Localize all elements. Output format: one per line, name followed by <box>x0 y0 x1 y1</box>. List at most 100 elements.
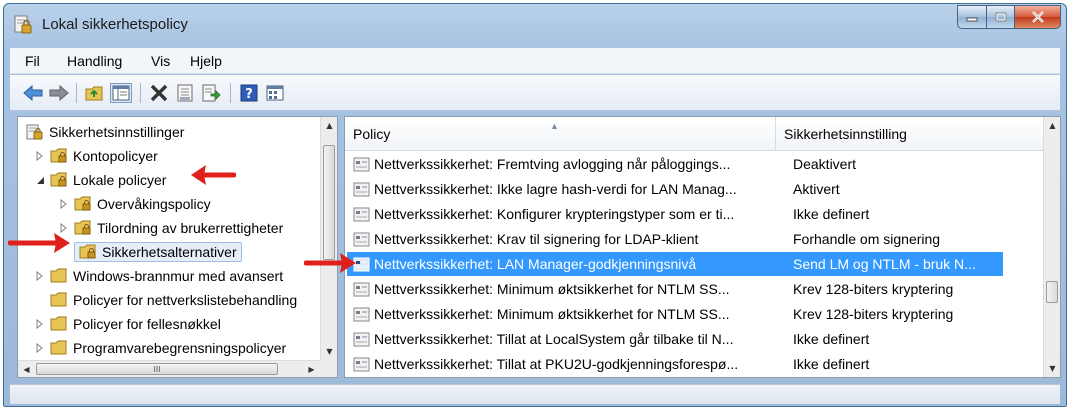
column-label: Policy <box>353 126 391 142</box>
close-icon <box>1031 11 1044 23</box>
policy-name: Nettverkssikkerhet: Tillat at PKU2U-godk… <box>374 356 739 372</box>
folder-icon <box>50 292 67 307</box>
forward-button[interactable] <box>48 83 70 103</box>
expand-icon[interactable] <box>34 150 46 162</box>
delete-button[interactable] <box>148 83 170 103</box>
tree-item-tilordning[interactable]: Tilordning av brukerrettigheter <box>58 217 283 239</box>
list-vertical-scrollbar[interactable]: ▲ ▼ <box>1043 117 1060 377</box>
title-bar[interactable]: Lokal sikkerhetspolicy <box>4 4 1066 44</box>
policy-setting: Krev 128-biters kryptering <box>793 306 954 322</box>
tree-item-label: Windows-brannmur med avansert <box>73 268 284 284</box>
forward-arrow-icon <box>49 85 69 101</box>
tree-vscroll-thumb[interactable] <box>323 145 335 260</box>
expand-icon[interactable] <box>34 270 46 282</box>
help-button[interactable]: ? <box>238 83 260 103</box>
close-button[interactable] <box>1015 5 1061 29</box>
tree-root[interactable]: Sikkerhetsinnstillinger <box>26 121 184 143</box>
up-folder-icon <box>85 86 103 101</box>
tree-item-kontopolicyer[interactable]: Kontopolicyer <box>34 145 158 167</box>
tree-item-programvarebegrensning[interactable]: Programvarebegrensningspolicyer <box>34 337 286 359</box>
back-button[interactable] <box>22 83 44 103</box>
tree-item-lokale-policyer[interactable]: Lokale policyer <box>34 169 166 191</box>
column-header-policy[interactable]: Policy ▲ <box>345 117 775 151</box>
table-row[interactable]: Nettverkssikkerhet: Tillat at LocalSyste… <box>347 327 1003 351</box>
policy-setting: Ikke definert <box>793 206 870 222</box>
maximize-icon <box>995 12 1006 22</box>
column-label: Sikkerhetsinnstilling <box>784 126 907 142</box>
export-list-icon <box>202 84 221 102</box>
menu-vis[interactable]: Vis <box>151 53 170 69</box>
tree-horizontal-scrollbar[interactable]: ◀ III ▶ <box>18 360 320 377</box>
tree-item-label: Policyer for fellesnøkkel <box>73 316 221 332</box>
column-header-setting[interactable]: Sikkerhetsinnstilling <box>776 117 1044 151</box>
folder-lock-icon <box>79 244 96 259</box>
scroll-down-icon[interactable]: ▼ <box>1044 360 1060 377</box>
annotation-arrow-icon <box>8 233 70 253</box>
expand-icon[interactable] <box>58 198 70 210</box>
policy-name: Nettverkssikkerhet: Fremtving avlogging … <box>374 156 731 172</box>
scroll-down-icon[interactable]: ▼ <box>321 343 337 360</box>
tree-item-windows-brannmur[interactable]: Windows-brannmur med avansert <box>34 265 283 287</box>
show-hide-tree-button[interactable] <box>110 83 132 103</box>
show-hide-tree-icon <box>112 85 130 101</box>
window-title: Lokal sikkerhetspolicy <box>42 16 188 33</box>
view-button[interactable] <box>264 83 286 103</box>
folder-lock-icon <box>50 172 67 187</box>
table-row[interactable]: Nettverkssikkerhet: Ikke lagre hash-verd… <box>347 177 1003 201</box>
table-row-selected[interactable]: Nettverkssikkerhet: LAN Manager-godkjenn… <box>347 252 1003 276</box>
table-row[interactable]: Nettverkssikkerhet: Tillat at PKU2U-godk… <box>347 352 1003 376</box>
help-icon: ? <box>240 84 258 102</box>
tree-item-label: Tilordning av brukerrettigheter <box>97 220 284 236</box>
menu-handling[interactable]: Handling <box>67 53 122 69</box>
table-row[interactable]: Nettverkssikkerhet: Minimum øktsikkerhet… <box>347 277 1003 301</box>
scroll-up-icon[interactable]: ▲ <box>321 117 337 134</box>
policy-item-icon <box>353 357 370 371</box>
table-row[interactable]: Nettverkssikkerhet: Krav til signering f… <box>347 227 1003 251</box>
expand-icon[interactable] <box>34 318 46 330</box>
tree-item-fellesnokkel[interactable]: Policyer for fellesnøkkel <box>34 313 221 335</box>
collapse-icon[interactable] <box>34 174 46 186</box>
maximize-button[interactable] <box>987 5 1015 29</box>
scroll-right-icon[interactable]: ▶ <box>303 361 320 377</box>
tree-vertical-scrollbar[interactable]: ▲ ▼ <box>320 117 337 360</box>
tree-item-nettverkslistebehandling[interactable]: Policyer for nettverkslistebehandling <box>50 289 297 311</box>
up-one-level-button[interactable] <box>84 83 106 103</box>
scroll-grip: III <box>153 364 161 374</box>
expand-icon[interactable] <box>34 342 46 354</box>
policy-setting: Ikke definert <box>793 356 870 372</box>
policy-item-icon <box>353 207 370 221</box>
tree-item-label: Sikkerhetsalternativer <box>102 244 237 260</box>
table-row[interactable]: Nettverkssikkerhet: Minimum øktsikkerhet… <box>347 302 1003 326</box>
tree-hscroll-thumb[interactable]: III <box>36 363 278 375</box>
menu-bar: Fil Handling Vis Hjelp <box>10 48 1060 74</box>
minimize-button[interactable] <box>957 5 987 29</box>
scroll-left-icon[interactable]: ◀ <box>18 361 35 377</box>
policy-list[interactable]: Policy ▲ Sikkerhetsinnstilling Nettverks… <box>344 116 1061 378</box>
policy-name: Nettverkssikkerhet: Ikke lagre hash-verd… <box>374 181 737 197</box>
list-vscroll-thumb[interactable] <box>1046 281 1058 303</box>
minimize-icon <box>966 17 978 22</box>
tree-item-label: Programvarebegrensningspolicyer <box>73 340 287 356</box>
status-bar <box>10 384 1060 404</box>
policy-name: Nettverkssikkerhet: Krav til signering f… <box>374 231 699 247</box>
tree-item-overvakingspolicy[interactable]: Overvåkingspolicy <box>58 193 211 215</box>
properties-icon <box>177 84 193 102</box>
properties-button[interactable] <box>174 83 196 103</box>
policy-setting: Forhandle om signering <box>793 231 941 247</box>
folder-icon <box>50 316 67 331</box>
back-arrow-icon <box>23 85 43 101</box>
tree-item-label: Overvåkingspolicy <box>97 196 211 212</box>
folder-icon <box>50 340 67 355</box>
table-row[interactable]: Nettverkssikkerhet: Fremtving avlogging … <box>347 152 1003 176</box>
export-list-button[interactable] <box>200 83 222 103</box>
table-row[interactable]: Nettverkssikkerhet: Konfigurer krypterin… <box>347 202 1003 226</box>
policy-item-icon <box>353 332 370 346</box>
scroll-up-icon[interactable]: ▲ <box>1044 117 1060 134</box>
toolbar: ? <box>10 75 1060 111</box>
tree-item-sikkerhetsalternativer[interactable]: Sikkerhetsalternativer <box>74 241 242 263</box>
menu-hjelp[interactable]: Hjelp <box>190 53 222 69</box>
policy-setting: Krev 128-biters kryptering <box>793 281 954 297</box>
menu-fil[interactable]: Fil <box>25 53 40 69</box>
annotation-arrow-icon <box>191 165 236 185</box>
folder-icon <box>50 268 67 283</box>
